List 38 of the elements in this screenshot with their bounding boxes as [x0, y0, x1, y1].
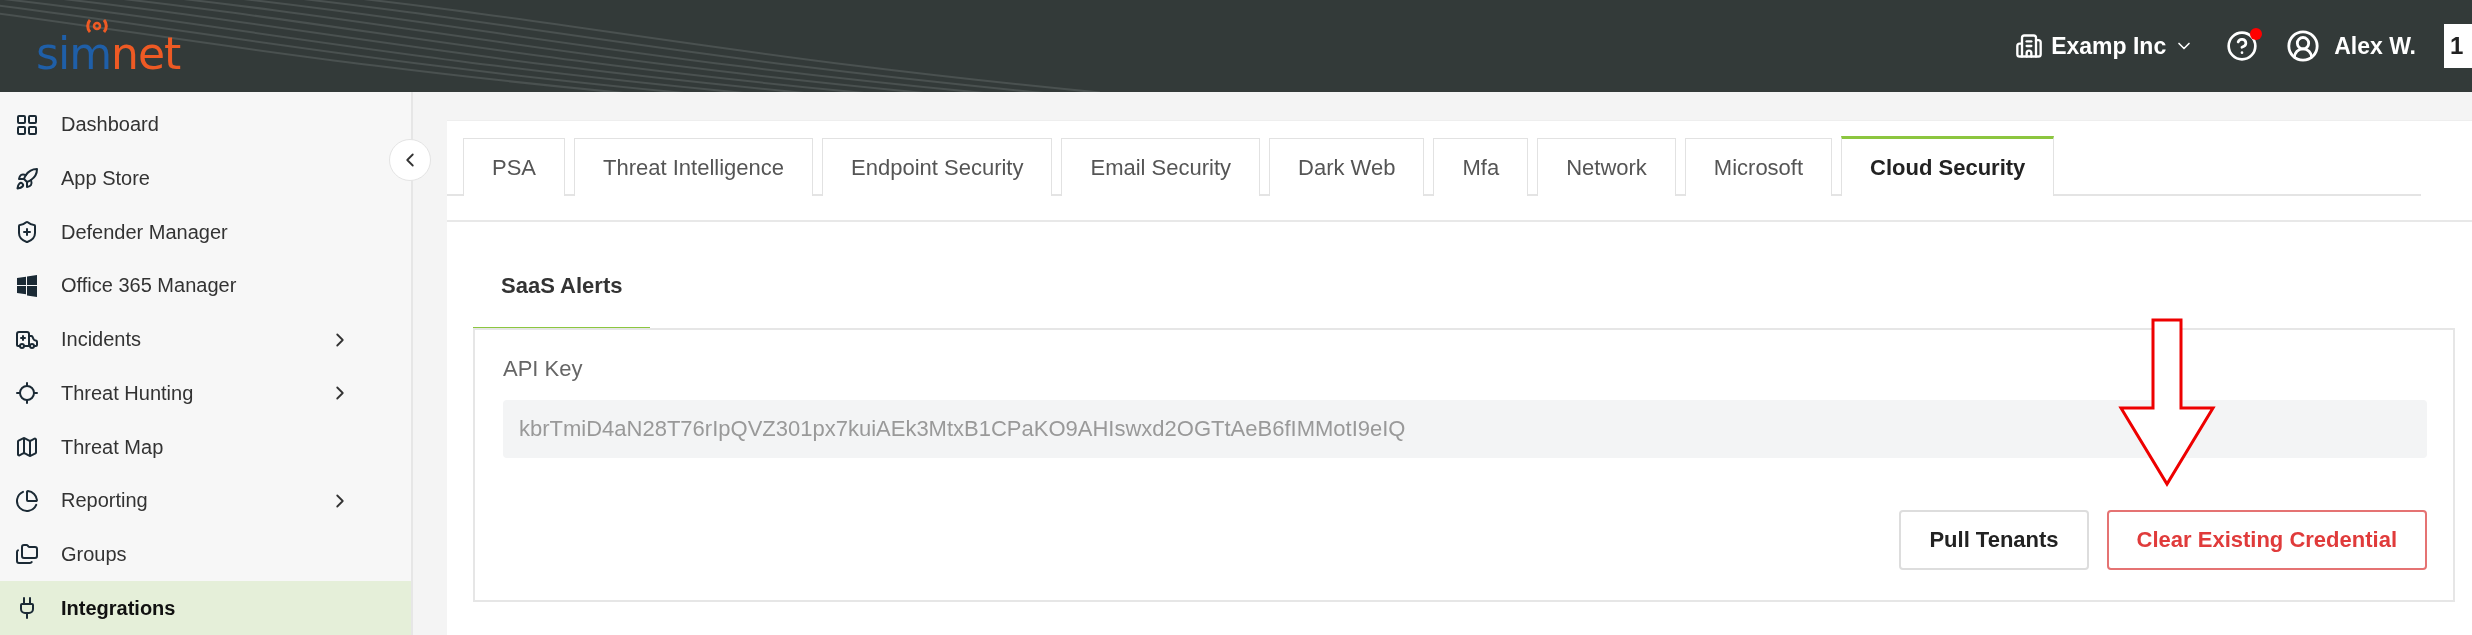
company-selector[interactable]: Examp Inc: [2015, 32, 2195, 60]
sidebar-item[interactable]: Defender Manager: [0, 205, 387, 260]
windows-icon: [15, 273, 39, 298]
map-icon: [15, 435, 39, 460]
tab[interactable]: Threat Intelligence: [574, 138, 814, 196]
field-label: API Key: [503, 356, 584, 382]
building-icon: [2015, 32, 2044, 60]
tab[interactable]: Email Security: [1061, 138, 1261, 196]
sidebar-item[interactable]: Dashboard: [0, 98, 387, 152]
tab[interactable]: Mfa: [1433, 138, 1529, 196]
tab[interactable]: Cloud Security: [1841, 136, 2055, 196]
tab[interactable]: Network: [1537, 138, 1676, 196]
crosshair-icon: [15, 381, 39, 406]
user-menu[interactable]: Alex W.: [2286, 29, 2416, 63]
down-arrow-icon: [2117, 318, 2217, 488]
pull-tenants-button[interactable]: Pull Tenants: [1899, 510, 2089, 570]
tab[interactable]: PSA: [463, 138, 566, 196]
corner-badge: 1: [2444, 24, 2472, 68]
tab[interactable]: Dark Web: [1269, 138, 1425, 196]
sidebar-item[interactable]: Integrations: [0, 581, 411, 635]
clear-credential-button[interactable]: Clear Existing Credential: [2106, 510, 2427, 570]
sidebar-item[interactable]: Office 365 Manager: [0, 259, 387, 313]
sidebar-item[interactable]: Reporting: [0, 473, 387, 528]
rocket-icon: [15, 166, 39, 191]
sidebar-item[interactable]: Threat Hunting: [0, 366, 387, 421]
collapse-button[interactable]: [389, 139, 431, 181]
pie-chart-icon: [15, 488, 39, 513]
help-button[interactable]: [2226, 30, 2259, 62]
sidebar-item[interactable]: Threat Map: [0, 420, 387, 474]
folders-icon: [15, 542, 39, 567]
sidebar-item[interactable]: App Store: [0, 151, 387, 206]
sidebar-item[interactable]: Incidents: [0, 312, 387, 367]
tab[interactable]: Microsoft: [1684, 138, 1833, 196]
grid-icon: [15, 112, 39, 137]
avatar-icon: [2286, 29, 2321, 63]
sidebar-item[interactable]: Groups: [0, 527, 387, 582]
shield-icon: [15, 220, 39, 245]
tab[interactable]: Endpoint Security: [822, 138, 1053, 196]
